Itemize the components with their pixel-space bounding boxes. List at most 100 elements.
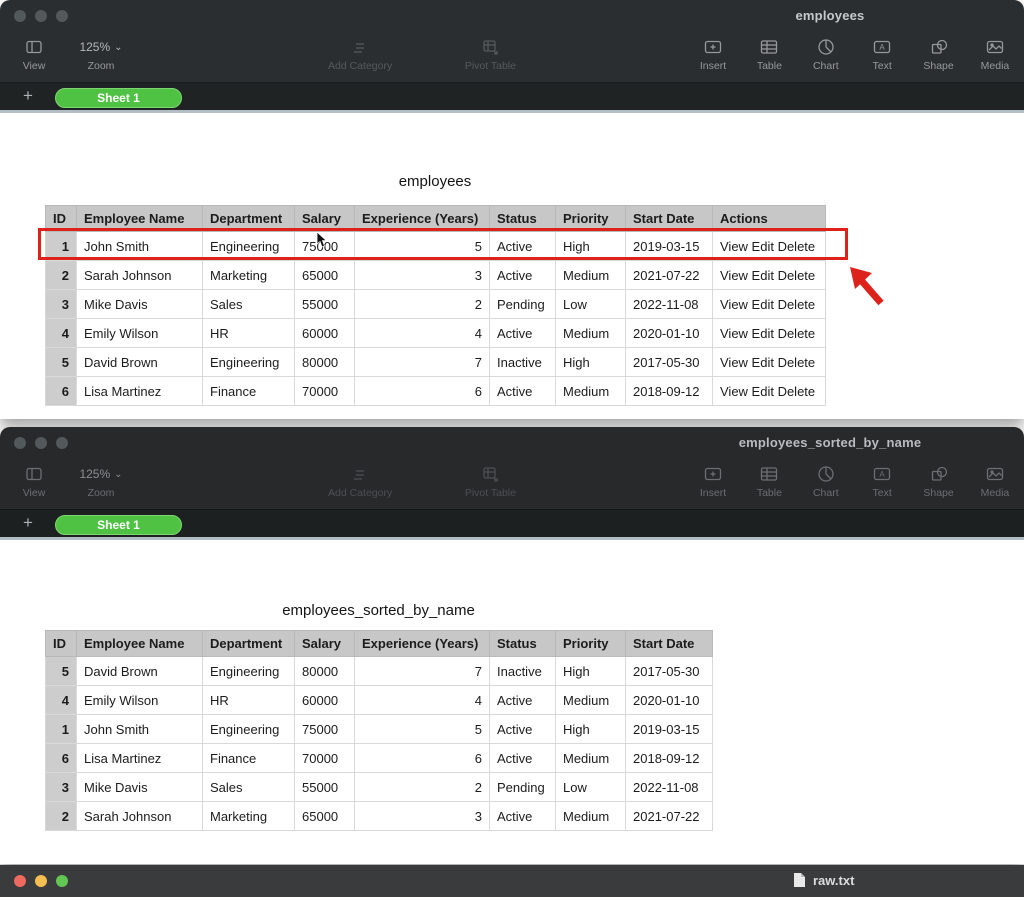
table-cell[interactable]: View Edit Delete: [712, 376, 826, 406]
table-cell[interactable]: 5: [354, 231, 490, 261]
add-sheet-button[interactable]: +: [18, 513, 38, 533]
table-cell[interactable]: Medium: [555, 801, 626, 831]
table-cell[interactable]: 2018-09-12: [625, 743, 713, 773]
chart-button[interactable]: Chart: [800, 36, 852, 72]
table-cell[interactable]: Medium: [555, 685, 626, 715]
table-cell[interactable]: 5: [354, 714, 490, 744]
table-cell[interactable]: High: [555, 231, 626, 261]
zoom-window-button[interactable]: [56, 875, 68, 887]
close-button[interactable]: [14, 875, 26, 887]
table-cell[interactable]: 55000: [294, 772, 355, 802]
table-cell[interactable]: Emily Wilson: [76, 318, 203, 348]
table-cell[interactable]: 2019-03-15: [625, 231, 713, 261]
shape-button[interactable]: Shape: [913, 463, 965, 499]
table-cell[interactable]: View Edit Delete: [712, 231, 826, 261]
sheet-tab[interactable]: Sheet 1: [55, 88, 182, 108]
sheet-tab[interactable]: Sheet 1: [55, 515, 182, 535]
table-cell[interactable]: Active: [489, 231, 556, 261]
table-cell[interactable]: 75000: [294, 714, 355, 744]
table-cell[interactable]: 70000: [294, 743, 355, 773]
table-cell[interactable]: 6: [45, 376, 77, 406]
table-cell[interactable]: Active: [489, 801, 556, 831]
add-category-button[interactable]: Add Category: [328, 36, 392, 72]
table-cell[interactable]: 2017-05-30: [625, 656, 713, 686]
pivot-table-button[interactable]: Pivot Table: [465, 36, 516, 72]
table-cell[interactable]: Lisa Martinez: [76, 376, 203, 406]
table-cell[interactable]: 60000: [294, 685, 355, 715]
table-cell[interactable]: 2020-01-10: [625, 685, 713, 715]
column-header[interactable]: Priority: [555, 630, 626, 657]
zoom-control[interactable]: 125% ⌄ Zoom: [72, 463, 130, 499]
table-button[interactable]: Table: [743, 463, 795, 499]
table-cell[interactable]: 75000: [294, 231, 355, 261]
column-header[interactable]: Status: [489, 630, 556, 657]
chart-button[interactable]: Chart: [800, 463, 852, 499]
table-cell[interactable]: 1: [45, 231, 77, 261]
table-cell[interactable]: David Brown: [76, 347, 203, 377]
text-button[interactable]: A Text: [856, 36, 908, 72]
column-header[interactable]: Experience (Years): [354, 630, 490, 657]
table-cell[interactable]: 2017-05-30: [625, 347, 713, 377]
table-cell[interactable]: Sales: [202, 772, 295, 802]
table-cell[interactable]: 2021-07-22: [625, 260, 713, 290]
column-header[interactable]: Status: [489, 205, 556, 232]
table-cell[interactable]: 55000: [294, 289, 355, 319]
table-cell[interactable]: Low: [555, 772, 626, 802]
column-header[interactable]: Start Date: [625, 630, 713, 657]
table-cell[interactable]: David Brown: [76, 656, 203, 686]
table-cell[interactable]: 80000: [294, 656, 355, 686]
table-cell[interactable]: 6: [354, 743, 490, 773]
table-cell[interactable]: 3: [45, 289, 77, 319]
add-sheet-button[interactable]: +: [18, 86, 38, 106]
column-header[interactable]: Department: [202, 205, 295, 232]
view-button[interactable]: View: [14, 463, 54, 499]
table-cell[interactable]: Active: [489, 714, 556, 744]
table-cell[interactable]: 4: [354, 685, 490, 715]
table-cell[interactable]: View Edit Delete: [712, 347, 826, 377]
column-header[interactable]: Department: [202, 630, 295, 657]
table-cell[interactable]: Engineering: [202, 231, 295, 261]
column-header[interactable]: Start Date: [625, 205, 713, 232]
column-header[interactable]: Employee Name: [76, 630, 203, 657]
table-cell[interactable]: HR: [202, 685, 295, 715]
column-header[interactable]: Actions: [712, 205, 826, 232]
table-cell[interactable]: 65000: [294, 260, 355, 290]
table-cell[interactable]: View Edit Delete: [712, 289, 826, 319]
table-cell[interactable]: High: [555, 714, 626, 744]
table-cell[interactable]: Engineering: [202, 347, 295, 377]
table-cell[interactable]: Pending: [489, 289, 556, 319]
table-cell[interactable]: 2: [45, 801, 77, 831]
table-cell[interactable]: 3: [45, 772, 77, 802]
table-cell[interactable]: 2: [354, 289, 490, 319]
table-cell[interactable]: 65000: [294, 801, 355, 831]
column-header[interactable]: Experience (Years): [354, 205, 490, 232]
table-cell[interactable]: 2020-01-10: [625, 318, 713, 348]
table-cell[interactable]: 7: [354, 347, 490, 377]
column-header[interactable]: ID: [45, 205, 77, 232]
pivot-table-button[interactable]: Pivot Table: [465, 463, 516, 499]
table-cell[interactable]: Finance: [202, 743, 295, 773]
table-cell[interactable]: 2018-09-12: [625, 376, 713, 406]
minimize-button[interactable]: [35, 10, 47, 22]
table-button[interactable]: Table: [743, 36, 795, 72]
column-header[interactable]: Salary: [294, 205, 355, 232]
table-cell[interactable]: Mike Davis: [76, 772, 203, 802]
table-cell[interactable]: 70000: [294, 376, 355, 406]
text-button[interactable]: A Text: [856, 463, 908, 499]
minimize-button[interactable]: [35, 437, 47, 449]
close-button[interactable]: [14, 437, 26, 449]
zoom-window-button[interactable]: [56, 10, 68, 22]
table-cell[interactable]: Active: [489, 743, 556, 773]
table-cell[interactable]: Marketing: [202, 801, 295, 831]
table-cell[interactable]: Sales: [202, 289, 295, 319]
table-cell[interactable]: Sarah Johnson: [76, 260, 203, 290]
table-cell[interactable]: Active: [489, 376, 556, 406]
table-cell[interactable]: 6: [45, 743, 77, 773]
table-cell[interactable]: 2022-11-08: [625, 772, 713, 802]
table-cell[interactable]: John Smith: [76, 231, 203, 261]
table-cell[interactable]: Active: [489, 260, 556, 290]
table-cell[interactable]: Pending: [489, 772, 556, 802]
table-cell[interactable]: 3: [354, 260, 490, 290]
table-cell[interactable]: 2019-03-15: [625, 714, 713, 744]
table-cell[interactable]: Mike Davis: [76, 289, 203, 319]
